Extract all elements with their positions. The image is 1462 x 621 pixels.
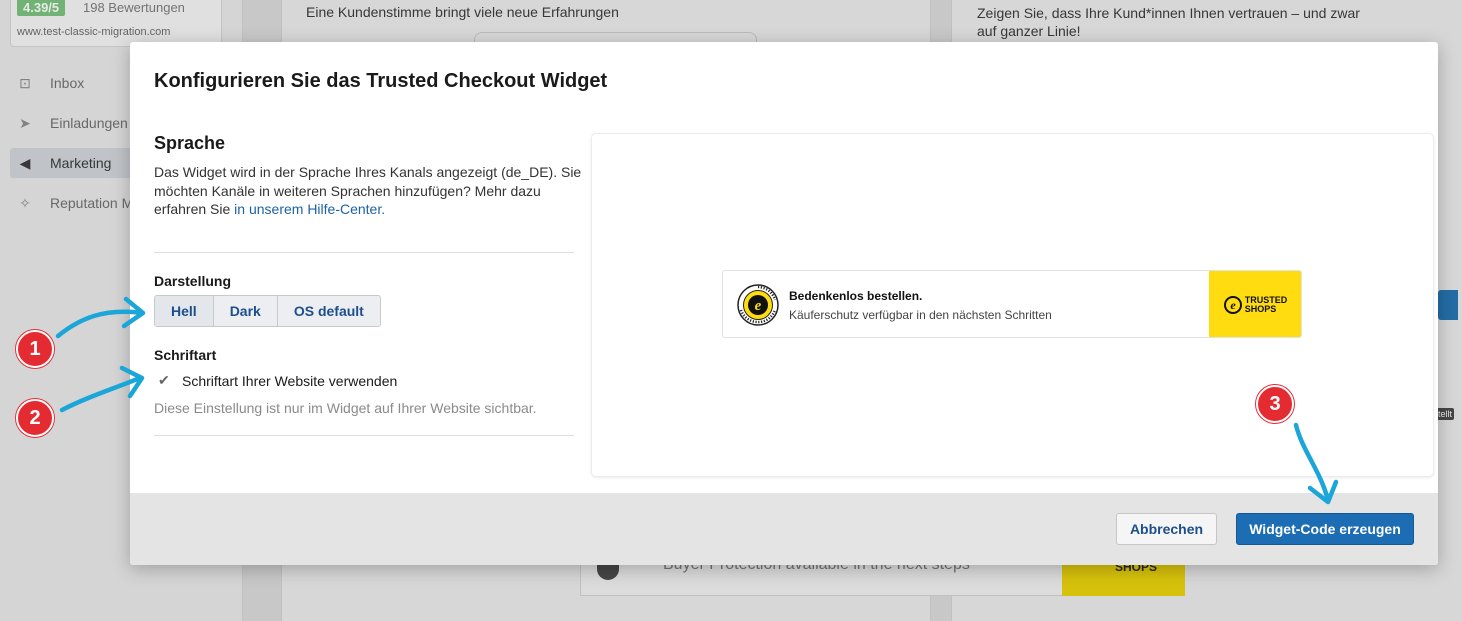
language-description: Das Widget wird in der Sprache Ihres Kan… — [154, 163, 584, 219]
trusted-shops-logo: e TRUSTED SHOPS — [1209, 271, 1301, 337]
use-website-font-checkbox[interactable]: ✔ Schriftart Ihrer Website verwenden — [158, 372, 397, 389]
checkbox-label: Schriftart Ihrer Website verwenden — [182, 372, 398, 389]
configure-widget-dialog: Konfigurieren Sie das Trusted Checkout W… — [130, 42, 1438, 565]
generate-widget-code-button[interactable]: Widget-Code erzeugen — [1236, 513, 1414, 545]
step-marker-2: 2 — [16, 399, 54, 437]
cancel-button[interactable]: Abbrechen — [1116, 513, 1217, 545]
widget-preview-panel: e Bedenkenlos bestellen. Käuferschutz ve… — [592, 134, 1433, 476]
trusted-shops-e-icon: e — [1223, 296, 1242, 314]
appearance-option-dark[interactable]: Dark — [213, 296, 278, 326]
svg-text:e: e — [755, 298, 762, 314]
appearance-toggle: Hell Dark OS default — [154, 295, 381, 327]
step-marker-3: 3 — [1256, 385, 1294, 423]
appearance-option-light[interactable]: Hell — [155, 296, 214, 326]
language-heading: Sprache — [154, 133, 226, 153]
font-label: Schriftart — [154, 347, 217, 363]
widget-subline: Käuferschutz verfügbar in den nächsten S… — [789, 308, 1052, 322]
trusted-checkout-widget-preview: e Bedenkenlos bestellen. Käuferschutz ve… — [722, 270, 1302, 338]
divider — [154, 435, 574, 436]
help-center-link[interactable]: in unserem Hilfe-Center. — [234, 201, 385, 217]
trusted-shops-seal-icon: e — [737, 284, 779, 326]
dialog-footer: Abbrechen Widget-Code erzeugen — [130, 493, 1438, 565]
divider — [154, 252, 574, 253]
dialog-title: Konfigurieren Sie das Trusted Checkout W… — [154, 70, 608, 92]
trusted-shops-logo-text: TRUSTED SHOPS — [1245, 296, 1288, 314]
svg-text:e: e — [1230, 298, 1236, 312]
appearance-label: Darstellung — [154, 273, 232, 289]
font-hint: Diese Einstellung ist nur im Widget auf … — [154, 400, 537, 416]
checkmark-icon[interactable]: ✔ — [158, 372, 174, 389]
appearance-option-os-default[interactable]: OS default — [277, 296, 380, 326]
step-marker-1: 1 — [16, 330, 54, 368]
widget-headline: Bedenkenlos bestellen. — [789, 289, 923, 303]
logo-line-2: SHOPS — [1244, 304, 1277, 314]
